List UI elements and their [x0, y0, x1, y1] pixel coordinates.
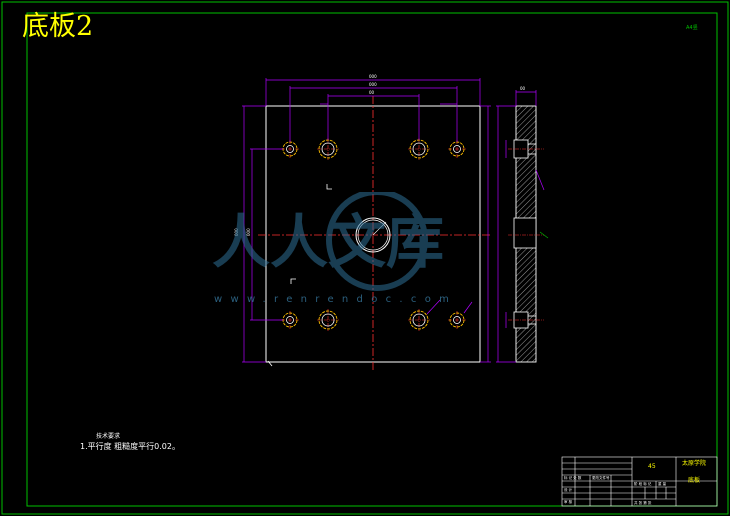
notes-heading: 技术要求	[96, 433, 121, 440]
svg-text:重 量: 重 量	[658, 481, 667, 486]
notes-item-1: 1.平行度 粗糙度平行0.02。	[80, 442, 180, 451]
svg-text:审 核: 审 核	[564, 499, 573, 504]
svg-text:标 记 处 数: 标 记 处 数	[564, 475, 582, 480]
svg-text:设 计: 设 计	[564, 487, 573, 492]
material-label: 45	[648, 463, 656, 470]
svg-text:共 张 第 张: 共 张 第 张	[634, 500, 652, 505]
sheet-size-label: A4竖	[686, 25, 698, 31]
svg-text:00: 00	[369, 90, 375, 95]
svg-text:000: 000	[369, 74, 377, 79]
part-name: 底板	[688, 477, 701, 484]
drawing-title: 底板2	[22, 11, 94, 42]
svg-text:00: 00	[520, 86, 526, 91]
watermark-logo-text: 人人文库	[212, 208, 444, 276]
school-name: 太原学院	[682, 460, 707, 467]
svg-text:阶 段 标 记: 阶 段 标 记	[634, 481, 652, 486]
svg-text:更改文件号: 更改文件号	[592, 475, 610, 480]
svg-text:000: 000	[369, 82, 377, 87]
watermark-url: www.renrendoc.com	[214, 294, 458, 305]
